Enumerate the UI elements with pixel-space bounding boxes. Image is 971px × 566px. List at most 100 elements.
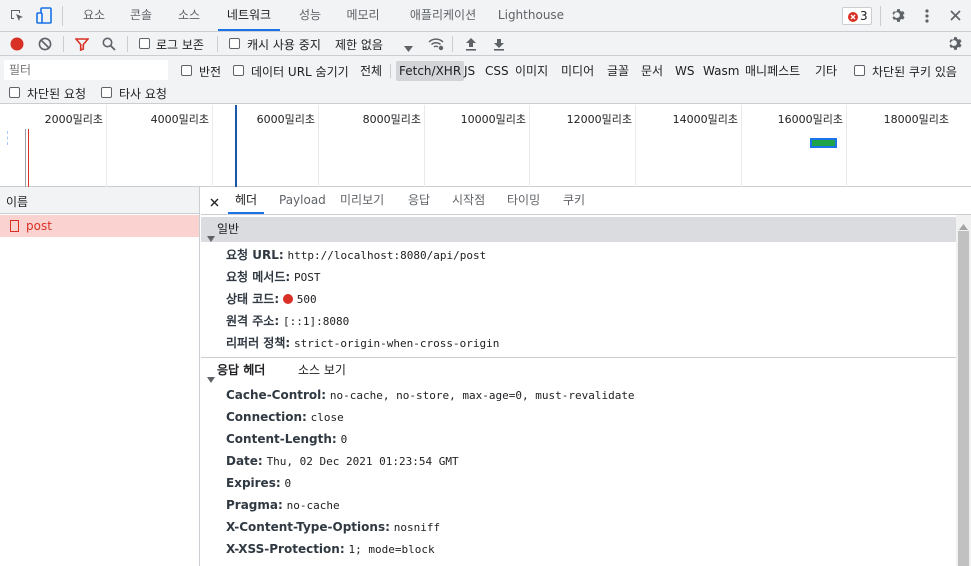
filter-type-doc[interactable]: 문서	[641, 61, 663, 81]
filter-type-media[interactable]: 미디어	[561, 61, 594, 81]
general-row: 리퍼러 정책: strict-origin-when-cross-origin	[226, 334, 499, 351]
tab-application[interactable]: 애플리케이션	[400, 0, 486, 31]
view-source-link[interactable]: 소스 보기	[298, 358, 346, 383]
header-value: POST	[294, 271, 321, 284]
name-column-label: 이름	[6, 195, 29, 209]
scrollbar-track[interactable]	[956, 215, 971, 566]
tab-performance[interactable]: 성능	[294, 0, 326, 31]
tab-preview[interactable]: 미리보기	[340, 187, 384, 214]
tab-initiator[interactable]: 시작점	[452, 187, 485, 214]
general-section-header[interactable]: 일반	[201, 217, 956, 242]
tab-lighthouse[interactable]: Lighthouse	[496, 0, 566, 31]
triangle-down-icon	[207, 226, 215, 251]
header-key: 요청 메서드:	[226, 270, 291, 284]
throttling-select[interactable]: 제한 없음	[335, 36, 383, 53]
hide-data-urls-checkbox[interactable]	[233, 65, 244, 76]
blocked-cookies-checkbox[interactable]	[854, 65, 865, 76]
name-column-header[interactable]: 이름	[0, 187, 199, 214]
tick-label: 18000밀리초	[883, 113, 949, 126]
import-har-icon[interactable]	[465, 37, 477, 54]
response-header-row: X-XSS-Protection: 1; mode=block	[226, 542, 435, 556]
header-key: Expires:	[226, 476, 281, 490]
close-devtools-icon[interactable]	[950, 10, 961, 24]
general-row: 상태 코드: 500	[226, 290, 317, 307]
header-value: close	[310, 411, 344, 424]
tab-network[interactable]: 네트워크	[218, 0, 280, 31]
response-headers-title: 응답 헤더	[217, 363, 266, 377]
filter-type-wasm[interactable]: Wasm	[703, 61, 739, 81]
tab-memory[interactable]: 메모리	[340, 0, 386, 31]
more-options-icon[interactable]	[924, 8, 930, 27]
third-party-checkbox[interactable]	[101, 87, 112, 98]
chevron-down-icon[interactable]	[404, 41, 413, 55]
filter-icon[interactable]	[74, 37, 90, 54]
header-key: Content-Length:	[226, 432, 337, 446]
tick-label: 16000밀리초	[777, 113, 843, 126]
response-header-row: Expires: 0	[226, 476, 291, 490]
filter-type-other[interactable]: 기타	[815, 61, 837, 81]
general-row: 요청 메서드: POST	[226, 268, 321, 285]
network-settings-gear-icon[interactable]	[947, 35, 964, 55]
hide-data-urls-label: 데이터 URL 숨기기	[251, 65, 349, 79]
filter-input[interactable]	[4, 60, 168, 80]
current-time-marker	[235, 105, 237, 187]
response-headers-section-header[interactable]: 응답 헤더 소스 보기	[201, 358, 956, 383]
devtools-tab-bar: 요소 콘솔 소스 네트워크 성능 메모리 애플리케이션 Lighthouse 3	[0, 0, 971, 32]
filter-type-ws[interactable]: WS	[675, 61, 694, 81]
filter-type-fetch-xhr[interactable]: Fetch/XHR	[396, 61, 465, 81]
header-value: 1; mode=block	[348, 543, 435, 556]
export-har-icon[interactable]	[493, 37, 505, 54]
invert-checkbox[interactable]	[181, 65, 192, 76]
filter-type-manifest[interactable]: 매니페스트	[745, 61, 800, 81]
blocked-requests-checkbox[interactable]	[9, 87, 20, 98]
header-key: Cache-Control:	[226, 388, 327, 402]
header-value: 500	[296, 293, 317, 306]
network-overview-timeline[interactable]: 2000밀리초 4000밀리초 6000밀리초 8000밀리초 10000밀리초…	[0, 105, 971, 187]
header-key: Pragma:	[226, 498, 283, 512]
filter-type-all[interactable]: 전체	[360, 61, 382, 81]
preserve-log-label: 로그 보존	[156, 38, 204, 52]
header-key: X-XSS-Protection:	[226, 542, 345, 556]
tab-headers[interactable]: 헤더	[228, 187, 265, 214]
request-details-panel: 헤더 Payload 미리보기 응답 시작점 타이밍 쿠키 일반 요청 URL:…	[201, 187, 971, 566]
tab-console[interactable]: 콘솔	[125, 0, 157, 31]
filter-type-font[interactable]: 글꼴	[607, 61, 629, 81]
tab-timing[interactable]: 타이밍	[507, 187, 540, 214]
filter-type-img[interactable]: 이미지	[515, 61, 548, 81]
device-toolbar-icon[interactable]	[36, 7, 52, 28]
tick-label: 6000밀리초	[256, 113, 315, 126]
tick-label: 10000밀리초	[460, 113, 526, 126]
header-key: Date:	[226, 454, 263, 468]
preserve-log-checkbox[interactable]	[139, 38, 150, 49]
disable-cache-checkbox[interactable]	[229, 38, 240, 49]
header-value: nosniff	[393, 521, 441, 534]
tick-label: 2000밀리초	[44, 113, 103, 126]
invert-label: 반전	[199, 65, 222, 79]
inspect-element-icon[interactable]	[9, 8, 25, 27]
tab-elements[interactable]: 요소	[78, 0, 110, 31]
network-toolbar: 로그 보존 캐시 사용 중지 제한 없음	[0, 32, 971, 56]
blocked-cookies-label: 차단된 쿠키 있음	[872, 65, 957, 79]
search-icon[interactable]	[102, 37, 116, 54]
request-bar	[810, 138, 837, 148]
tab-response[interactable]: 응답	[408, 187, 430, 214]
table-row[interactable]: post	[0, 215, 199, 237]
tab-sources[interactable]: 소스	[173, 0, 205, 31]
tab-cookies[interactable]: 쿠키	[563, 187, 585, 214]
scrollbar-thumb[interactable]	[958, 231, 969, 566]
disable-cache-label: 캐시 사용 중지	[247, 38, 321, 52]
record-button[interactable]	[10, 37, 24, 54]
tick-label: 8000밀리초	[362, 113, 421, 126]
filter-type-css[interactable]: CSS	[485, 61, 509, 81]
settings-gear-icon[interactable]	[890, 7, 907, 27]
header-key: 리퍼러 정책:	[226, 336, 291, 350]
tab-payload[interactable]: Payload	[279, 187, 326, 214]
response-header-row: Content-Length: 0	[226, 432, 347, 446]
clear-icon[interactable]	[38, 37, 52, 54]
error-count-badge[interactable]: 3	[842, 7, 872, 25]
network-conditions-icon[interactable]	[427, 36, 445, 55]
close-icon[interactable]	[210, 196, 219, 210]
filter-type-js[interactable]: JS	[464, 61, 475, 81]
tick-label: 12000밀리초	[566, 113, 632, 126]
general-row: 요청 URL: http://localhost:8080/api/post	[226, 246, 486, 263]
